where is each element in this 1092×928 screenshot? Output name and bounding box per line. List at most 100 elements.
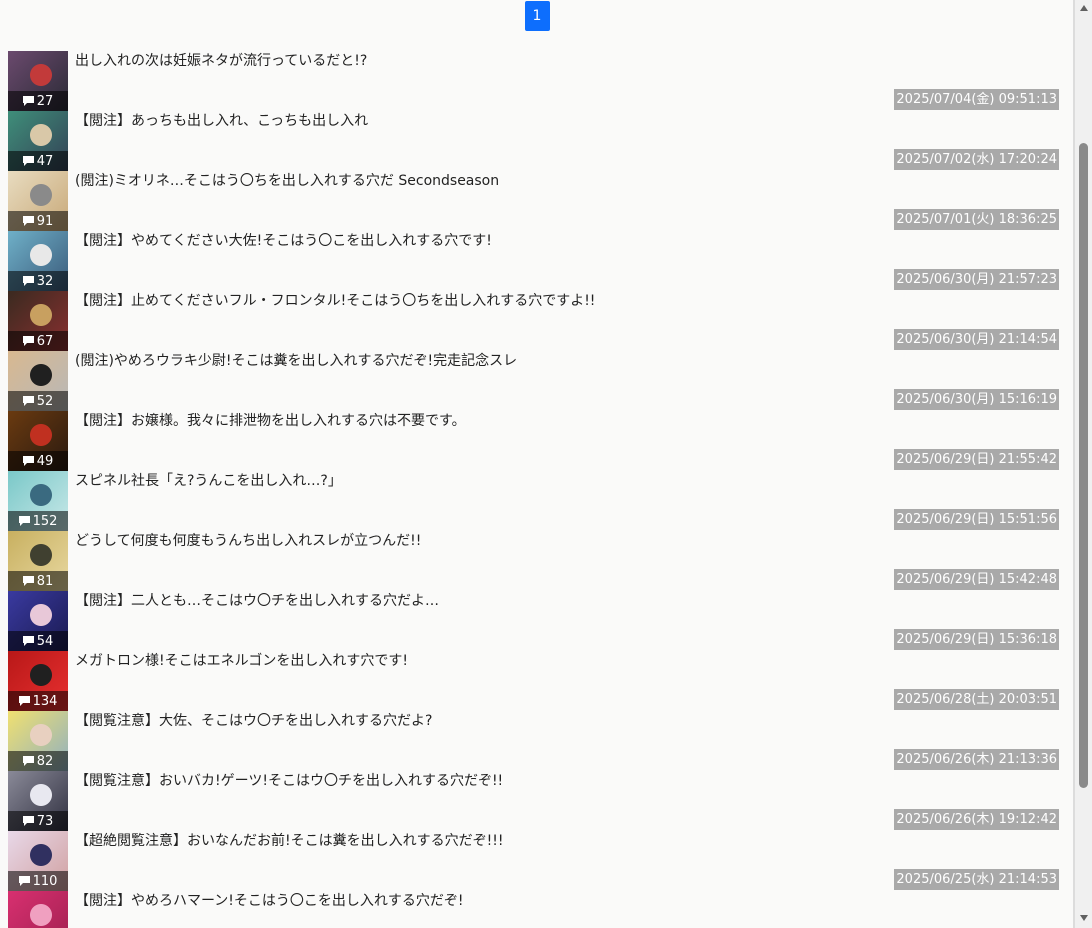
thread-thumbnail[interactable]: 52 bbox=[8, 351, 68, 411]
thread-date: 2025/06/28(土) 20:03:51 bbox=[894, 689, 1059, 710]
reply-count-badge: 134 bbox=[8, 691, 68, 711]
thread-title-link[interactable]: どうして何度も何度もうんち出し入れスレが立つんだ!! bbox=[75, 532, 421, 550]
thread-title-link[interactable]: 【超絶閲覧注意】おいなんだお前!そこは糞を出し入れする穴だぞ!!! bbox=[75, 832, 503, 850]
thread-thumbnail[interactable]: 82 bbox=[8, 711, 68, 771]
comment-icon bbox=[22, 456, 34, 466]
thread-row[interactable]: 32 【閲注】やめてください大佐!そこはう〇こを出し入れする穴です! 2025/06… bbox=[0, 231, 1074, 291]
thread-date: 2025/07/02(水) 17:20:24 bbox=[894, 149, 1059, 170]
thread-row[interactable]: 81 どうして何度も何度もうんち出し入れスレが立つんだ!! 2025/06/29(日… bbox=[0, 531, 1074, 591]
reply-count: 134 bbox=[32, 693, 58, 709]
thread-date: 2025/06/29(日) 21:55:42 bbox=[894, 449, 1059, 470]
thread-thumbnail[interactable]: 67 bbox=[8, 291, 68, 351]
reply-count-badge: 82 bbox=[8, 751, 68, 771]
comment-icon bbox=[22, 336, 34, 346]
thread-row[interactable]: 67 【閲注】止めてくださいフル・フロンタル!そこはう〇ちを出し入れする穴ですよ!… bbox=[0, 291, 1074, 351]
comment-icon bbox=[22, 96, 34, 106]
scrollbar-thumb[interactable] bbox=[1079, 143, 1088, 788]
thread-thumbnail[interactable]: 110 bbox=[8, 831, 68, 891]
thread-row[interactable]: 82 【閲覧注意】大佐、そこはウ〇チを出し入れする穴だよ? 2025/06/26(木… bbox=[0, 711, 1074, 771]
pagination: 1 bbox=[0, 0, 1074, 48]
comment-icon bbox=[22, 816, 34, 826]
reply-count: 110 bbox=[32, 873, 58, 889]
thread-thumbnail[interactable]: 134 bbox=[8, 651, 68, 711]
scroll-up-arrow-icon[interactable] bbox=[1075, 0, 1092, 16]
thread-row[interactable]: 73 【閲覧注意】おいバカ!ゲーツ!そこはウ〇チを出し入れする穴だぞ!! 2025/… bbox=[0, 771, 1074, 831]
reply-count: 54 bbox=[36, 633, 54, 649]
reply-count: 67 bbox=[36, 333, 54, 349]
thread-row[interactable]: 110 【超絶閲覧注意】おいなんだお前!そこは糞を出し入れする穴だぞ!!! 2025… bbox=[0, 831, 1074, 891]
reply-count-badge: 67 bbox=[8, 331, 68, 351]
reply-count-badge: 49 bbox=[8, 451, 68, 471]
page-1-button[interactable]: 1 bbox=[524, 1, 550, 31]
thumbnail-image bbox=[8, 891, 68, 928]
thread-thumbnail[interactable]: 81 bbox=[8, 531, 68, 591]
thread-row[interactable]: 49 【閲注】お嬢様。我々に排泄物を出し入れする穴は不要です。 2025/06/29… bbox=[0, 411, 1074, 471]
reply-count-badge: 91 bbox=[8, 211, 68, 231]
thread-thumbnail[interactable]: 49 bbox=[8, 411, 68, 471]
reply-count: 32 bbox=[36, 273, 54, 289]
thread-date: 2025/07/01(火) 18:36:25 bbox=[894, 209, 1059, 230]
thread-title-link[interactable]: 【閲注】やめてください大佐!そこはう〇こを出し入れする穴です! bbox=[75, 232, 492, 250]
reply-count-badge: 152 bbox=[8, 511, 68, 531]
thread-thumbnail[interactable]: 54 bbox=[8, 591, 68, 651]
thread-row[interactable]: 27 出し入れの次は妊娠ネタが流行っているだと!? 2025/07/04(金) 09… bbox=[0, 51, 1074, 111]
thread-title-link[interactable]: 【閲注】二人とも…そこはウ〇チを出し入れする穴だよ… bbox=[75, 592, 439, 610]
thread-row[interactable]: 54 【閲注】二人とも…そこはウ〇チを出し入れする穴だよ… 2025/06/29(日… bbox=[0, 591, 1074, 651]
thread-date: 2025/06/29(日) 15:36:18 bbox=[894, 629, 1059, 650]
thread-title-link[interactable]: 【閲覧注意】大佐、そこはウ〇チを出し入れする穴だよ? bbox=[75, 712, 432, 730]
thread-thumbnail[interactable]: 32 bbox=[8, 231, 68, 291]
thread-thumbnail[interactable]: 152 bbox=[8, 471, 68, 531]
thread-date: 2025/06/30(月) 15:16:19 bbox=[894, 389, 1059, 410]
reply-count-badge: 52 bbox=[8, 391, 68, 411]
comment-icon bbox=[22, 396, 34, 406]
reply-count: 49 bbox=[36, 453, 54, 469]
thread-title-link[interactable]: 【閲注】あっちも出し入れ、こっちも出し入れ bbox=[75, 112, 368, 130]
thread-title-link[interactable]: (閲注)やめろウラキ少尉!そこは糞を出し入れする穴だぞ!完走記念スレ bbox=[75, 352, 517, 370]
thread-title-link[interactable]: 【閲注】お嬢様。我々に排泄物を出し入れする穴は不要です。 bbox=[75, 412, 466, 430]
comment-icon bbox=[22, 216, 34, 226]
comment-icon bbox=[22, 156, 34, 166]
comment-icon bbox=[18, 516, 30, 526]
vertical-scrollbar[interactable] bbox=[1074, 0, 1092, 928]
thread-row[interactable]: 【閲注】やめろハマーン!そこはう〇こを出し入れする穴だぞ! bbox=[0, 891, 1074, 928]
reply-count: 152 bbox=[32, 513, 58, 529]
thread-thumbnail[interactable] bbox=[8, 891, 68, 928]
scroll-down-arrow-icon[interactable] bbox=[1075, 910, 1092, 926]
reply-count: 81 bbox=[36, 573, 54, 589]
reply-count: 91 bbox=[36, 213, 54, 229]
thread-title-link[interactable]: 出し入れの次は妊娠ネタが流行っているだと!? bbox=[75, 52, 367, 70]
thread-title-link[interactable]: 【閲注】やめろハマーン!そこはう〇こを出し入れする穴だぞ! bbox=[75, 892, 464, 910]
reply-count-badge: 32 bbox=[8, 271, 68, 291]
thread-row[interactable]: 91 (閲注)ミオリネ…そこはう〇ちを出し入れする穴だ Secondseason 2… bbox=[0, 171, 1074, 231]
thread-title-link[interactable]: スピネル社長「え?うんこを出し入れ…?」 bbox=[75, 472, 342, 490]
thread-thumbnail[interactable]: 47 bbox=[8, 111, 68, 171]
thread-date: 2025/06/29(日) 15:42:48 bbox=[894, 569, 1059, 590]
comment-icon bbox=[22, 756, 34, 766]
thread-date: 2025/06/26(木) 19:12:42 bbox=[894, 809, 1059, 830]
reply-count-badge: 81 bbox=[8, 571, 68, 591]
thread-row[interactable]: 134 メガトロン様!そこはエネルゴンを出し入れす穴です! 2025/06/28(土… bbox=[0, 651, 1074, 711]
reply-count-badge: 54 bbox=[8, 631, 68, 651]
thread-thumbnail[interactable]: 27 bbox=[8, 51, 68, 111]
thread-row[interactable]: 47 【閲注】あっちも出し入れ、こっちも出し入れ 2025/07/02(水) 17:… bbox=[0, 111, 1074, 171]
thread-row[interactable]: 52 (閲注)やめろウラキ少尉!そこは糞を出し入れする穴だぞ!完走記念スレ 2025… bbox=[0, 351, 1074, 411]
thread-date: 2025/06/26(木) 21:13:36 bbox=[894, 749, 1059, 770]
comment-icon bbox=[22, 636, 34, 646]
thread-date: 2025/07/04(金) 09:51:13 bbox=[894, 89, 1059, 110]
thread-title-link[interactable]: 【閲覧注意】おいバカ!ゲーツ!そこはウ〇チを出し入れする穴だぞ!! bbox=[75, 772, 503, 790]
thread-row[interactable]: 152 スピネル社長「え?うんこを出し入れ…?」 2025/06/29(日) 15:… bbox=[0, 471, 1074, 531]
thread-thumbnail[interactable]: 91 bbox=[8, 171, 68, 231]
thread-title-link[interactable]: 【閲注】止めてくださいフル・フロンタル!そこはう〇ちを出し入れする穴ですよ!! bbox=[75, 292, 595, 310]
reply-count-badge: 47 bbox=[8, 151, 68, 171]
thread-thumbnail[interactable]: 73 bbox=[8, 771, 68, 831]
reply-count: 73 bbox=[36, 813, 54, 829]
reply-count: 27 bbox=[36, 93, 54, 109]
thread-title-link[interactable]: (閲注)ミオリネ…そこはう〇ちを出し入れする穴だ Secondseason bbox=[75, 172, 499, 190]
thread-date: 2025/06/29(日) 15:51:56 bbox=[894, 509, 1059, 530]
reply-count-badge: 73 bbox=[8, 811, 68, 831]
comment-icon bbox=[22, 576, 34, 586]
thread-title-link[interactable]: メガトロン様!そこはエネルゴンを出し入れす穴です! bbox=[75, 652, 408, 670]
thread-list: 27 出し入れの次は妊娠ネタが流行っているだと!? 2025/07/04(金) 09… bbox=[0, 51, 1074, 928]
comment-icon bbox=[18, 696, 30, 706]
thread-date: 2025/06/30(月) 21:57:23 bbox=[894, 269, 1059, 290]
